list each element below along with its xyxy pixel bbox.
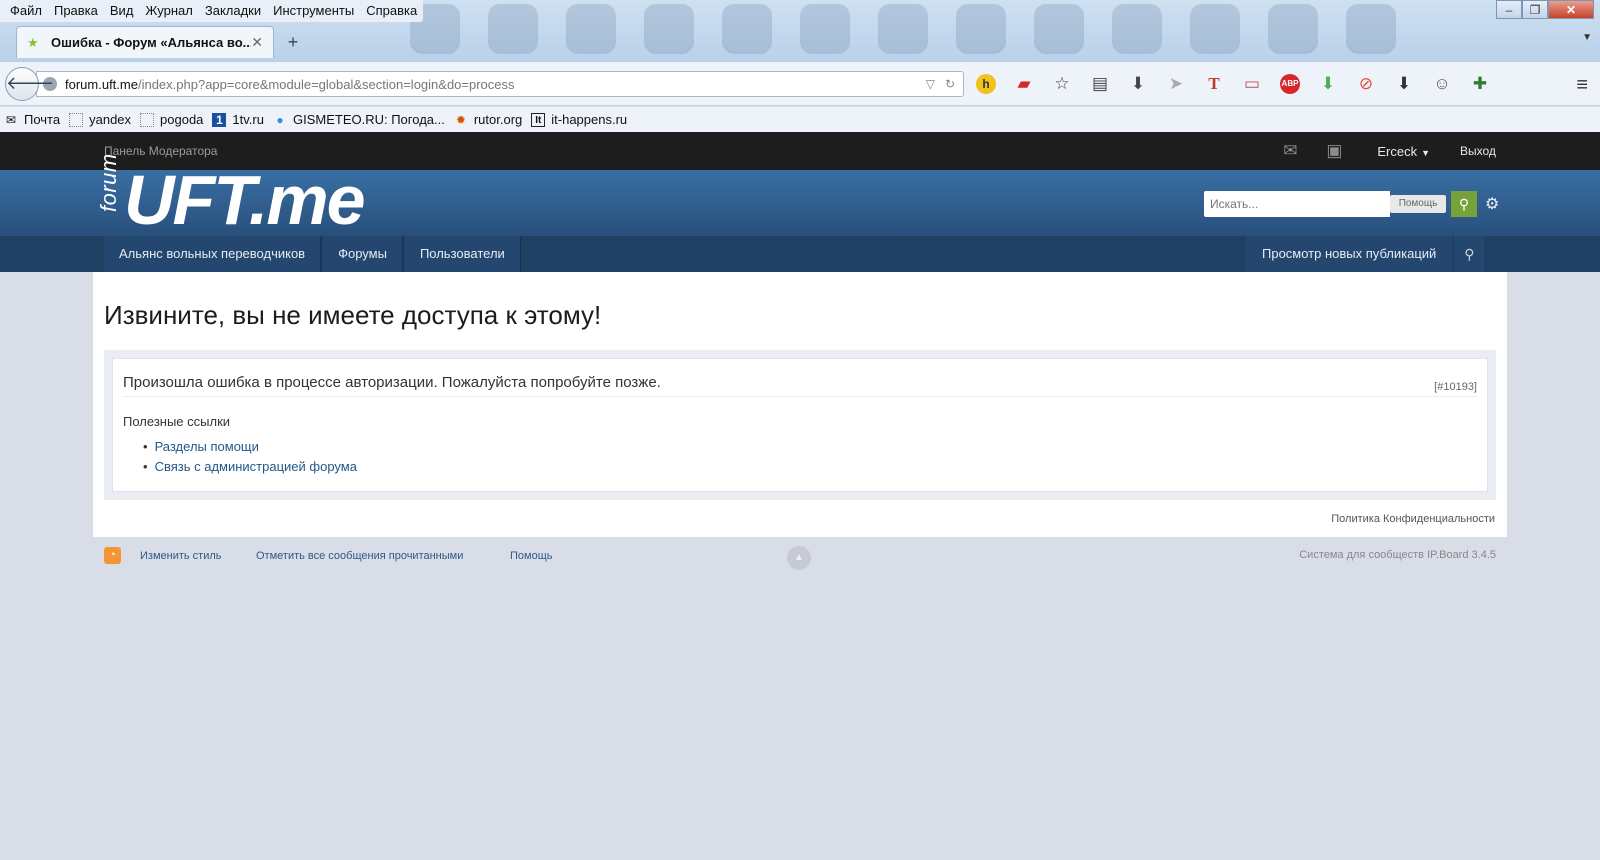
bookmark-rutor[interactable]: ✹ rutor.org (454, 112, 522, 127)
primary-nav: Альянс вольных переводчиков Форумы Польз… (0, 236, 1600, 272)
useful-links-list: Разделы помощи Связь с администрацией фо… (143, 439, 357, 479)
tab-close-icon[interactable]: ✕ (251, 34, 263, 51)
block-icon[interactable]: ⊘ (1356, 74, 1376, 94)
user-menu[interactable]: Ercеck ▼ (1377, 144, 1430, 159)
toolbar-addons: h ▰ ☆ ▤ ⬇ ➤ T ▭ ABP ⬇ ⊘ ⬇ ☺ ✚ (976, 74, 1490, 94)
menu-tools[interactable]: Инструменты (267, 0, 360, 22)
menu-file[interactable]: Файл (4, 0, 48, 22)
save-icon[interactable]: ⬇ (1394, 74, 1414, 94)
minimize-button[interactable]: – (1496, 0, 1522, 19)
footer-help-link[interactable]: Помощь (510, 550, 553, 562)
reload-icon[interactable]: ↻ (945, 77, 955, 91)
bookmark-star-icon[interactable]: ☆ (1052, 74, 1072, 94)
maximize-button[interactable]: ❐ (1522, 0, 1548, 19)
help-sections-link[interactable]: Разделы помощи (143, 439, 357, 454)
url-dropdown-icon[interactable]: ▽ (926, 77, 935, 91)
page-icon (69, 112, 84, 127)
location-pin-icon[interactable]: ⚲ (1454, 236, 1485, 272)
menu-edit[interactable]: Правка (48, 0, 104, 22)
clipboard-icon[interactable]: ▤ (1090, 74, 1110, 94)
window-controls: – ❐ ✕ (1496, 0, 1594, 19)
search-options-gear-icon[interactable]: ⚙ (1485, 194, 1499, 214)
privacy-policy-link[interactable]: Политика Конфиденциальности (1331, 513, 1495, 525)
url-bar[interactable]: forum.uft.me/index.php?app=core&module=g… (36, 71, 964, 97)
main-content: Извините, вы не имеете доступа к этому! … (93, 272, 1507, 537)
addon-h-icon[interactable]: h (976, 74, 996, 94)
tab-active[interactable]: ★ Ошибка - Форум «Альянса во... ✕ (16, 26, 274, 58)
favicon-icon: ★ (27, 34, 39, 50)
chat-icon[interactable]: ☺ (1432, 74, 1452, 94)
tab-list-icon[interactable]: ▼ (1582, 32, 1592, 43)
back-to-top-icon[interactable]: ▲ (787, 546, 811, 570)
nav-tab-alliance[interactable]: Альянс вольных переводчиков (104, 236, 322, 272)
hamburger-menu-icon[interactable]: ≡ (1576, 74, 1588, 97)
logout-link[interactable]: Выход (1460, 144, 1496, 158)
adblock-icon[interactable]: ABP (1280, 74, 1300, 94)
drop-icon: ● (276, 112, 284, 127)
menu-bookmarks[interactable]: Закладки (199, 0, 267, 22)
mark-all-read-link[interactable]: Отметить все сообщения прочитанными (256, 550, 463, 562)
mail-icon: ✉ (5, 112, 17, 127)
error-message: Произошла ошибка в процессе авторизации.… (123, 374, 661, 391)
browser-chrome: Файл Правка Вид Журнал Закладки Инструме… (0, 0, 1600, 62)
view-new-content-link[interactable]: Просмотр новых публикаций (1246, 236, 1453, 272)
page-title: Извините, вы не имеете доступа к этому! (104, 300, 602, 330)
rutor-icon: ✹ (455, 112, 466, 127)
bookmark-yandex[interactable]: yandex (69, 112, 131, 127)
site-footer: ◔ Изменить стиль Отметить все сообщения … (104, 546, 1496, 570)
menu-bar: Файл Правка Вид Журнал Закладки Инструме… (0, 0, 424, 22)
tab-title: Ошибка - Форум «Альянса во... (51, 35, 252, 50)
bookmark-it-happens[interactable]: It it-happens.ru (531, 112, 627, 127)
search-submit-button[interactable]: ⚲ (1451, 191, 1477, 217)
menu-help[interactable]: Справка (360, 0, 423, 22)
messages-icon[interactable]: ✉ (1279, 141, 1301, 161)
green-download-icon[interactable]: ⬇ (1318, 74, 1338, 94)
bookmark-pochta[interactable]: ✉ Почта (4, 112, 60, 127)
rss-icon[interactable]: ◔ (104, 547, 121, 564)
error-panel: Произошла ошибка в процессе авторизации.… (104, 350, 1496, 500)
bookmark-pogoda[interactable]: pogoda (140, 112, 203, 127)
send-icon[interactable]: ➤ (1166, 74, 1186, 94)
1tv-icon: 1 (212, 112, 227, 127)
navigation-toolbar: forum.uft.me/index.php?app=core&module=g… (0, 62, 1600, 106)
page-icon (140, 112, 155, 127)
bookmarks-bar: ✉ Почта yandex pogoda 1 1tv.ru ● GISMETEO.R… (0, 107, 1600, 132)
search-help-button[interactable]: Помощь (1390, 195, 1446, 213)
search-input[interactable] (1204, 191, 1390, 217)
contact-admin-link[interactable]: Связь с администрацией форума (143, 459, 357, 474)
translate-icon[interactable]: T (1204, 74, 1224, 94)
useful-links-title: Полезные ссылки (123, 414, 231, 429)
download-icon[interactable]: ⬇ (1128, 74, 1148, 94)
extension-icon[interactable]: ✚ (1470, 74, 1490, 94)
search-area: Помощь ⚲ ⚙ (1204, 191, 1499, 217)
change-theme-link[interactable]: Изменить стиль (140, 550, 222, 562)
bookmark-1tv[interactable]: 1 1tv.ru (212, 112, 264, 127)
menu-history[interactable]: Журнал (139, 0, 198, 22)
bookmark-gismeteo[interactable]: ● GISMETEO.RU: Погода... (273, 112, 444, 127)
tab-strip: ★ Ошибка - Форум «Альянса во... ✕ + ▼ (0, 26, 1600, 58)
url-text[interactable]: forum.uft.me/index.php?app=core&module=g… (65, 77, 926, 92)
divider (123, 396, 1477, 397)
site-header: forum UFT.me Помощь ⚲ ⚙ (0, 153, 1600, 236)
nav-tab-forums[interactable]: Форумы (323, 236, 403, 272)
screenshot-icon[interactable]: ▭ (1242, 74, 1262, 94)
menu-view[interactable]: Вид (104, 0, 140, 22)
powered-by: Система для сообществ IP.Board 3.4.5 (1299, 549, 1496, 561)
back-button[interactable]: 🡐 (5, 67, 54, 101)
it-icon: It (531, 112, 546, 127)
new-tab-button[interactable]: + (282, 31, 304, 53)
flash-icon[interactable]: ▰ (1014, 74, 1034, 94)
error-box: Произошла ошибка в процессе авторизации.… (112, 358, 1488, 492)
close-window-button[interactable]: ✕ (1548, 0, 1594, 19)
nav-tab-members[interactable]: Пользователи (404, 236, 521, 272)
reports-icon[interactable]: ▣ (1323, 141, 1345, 161)
error-code: [#10193] (1434, 381, 1477, 393)
